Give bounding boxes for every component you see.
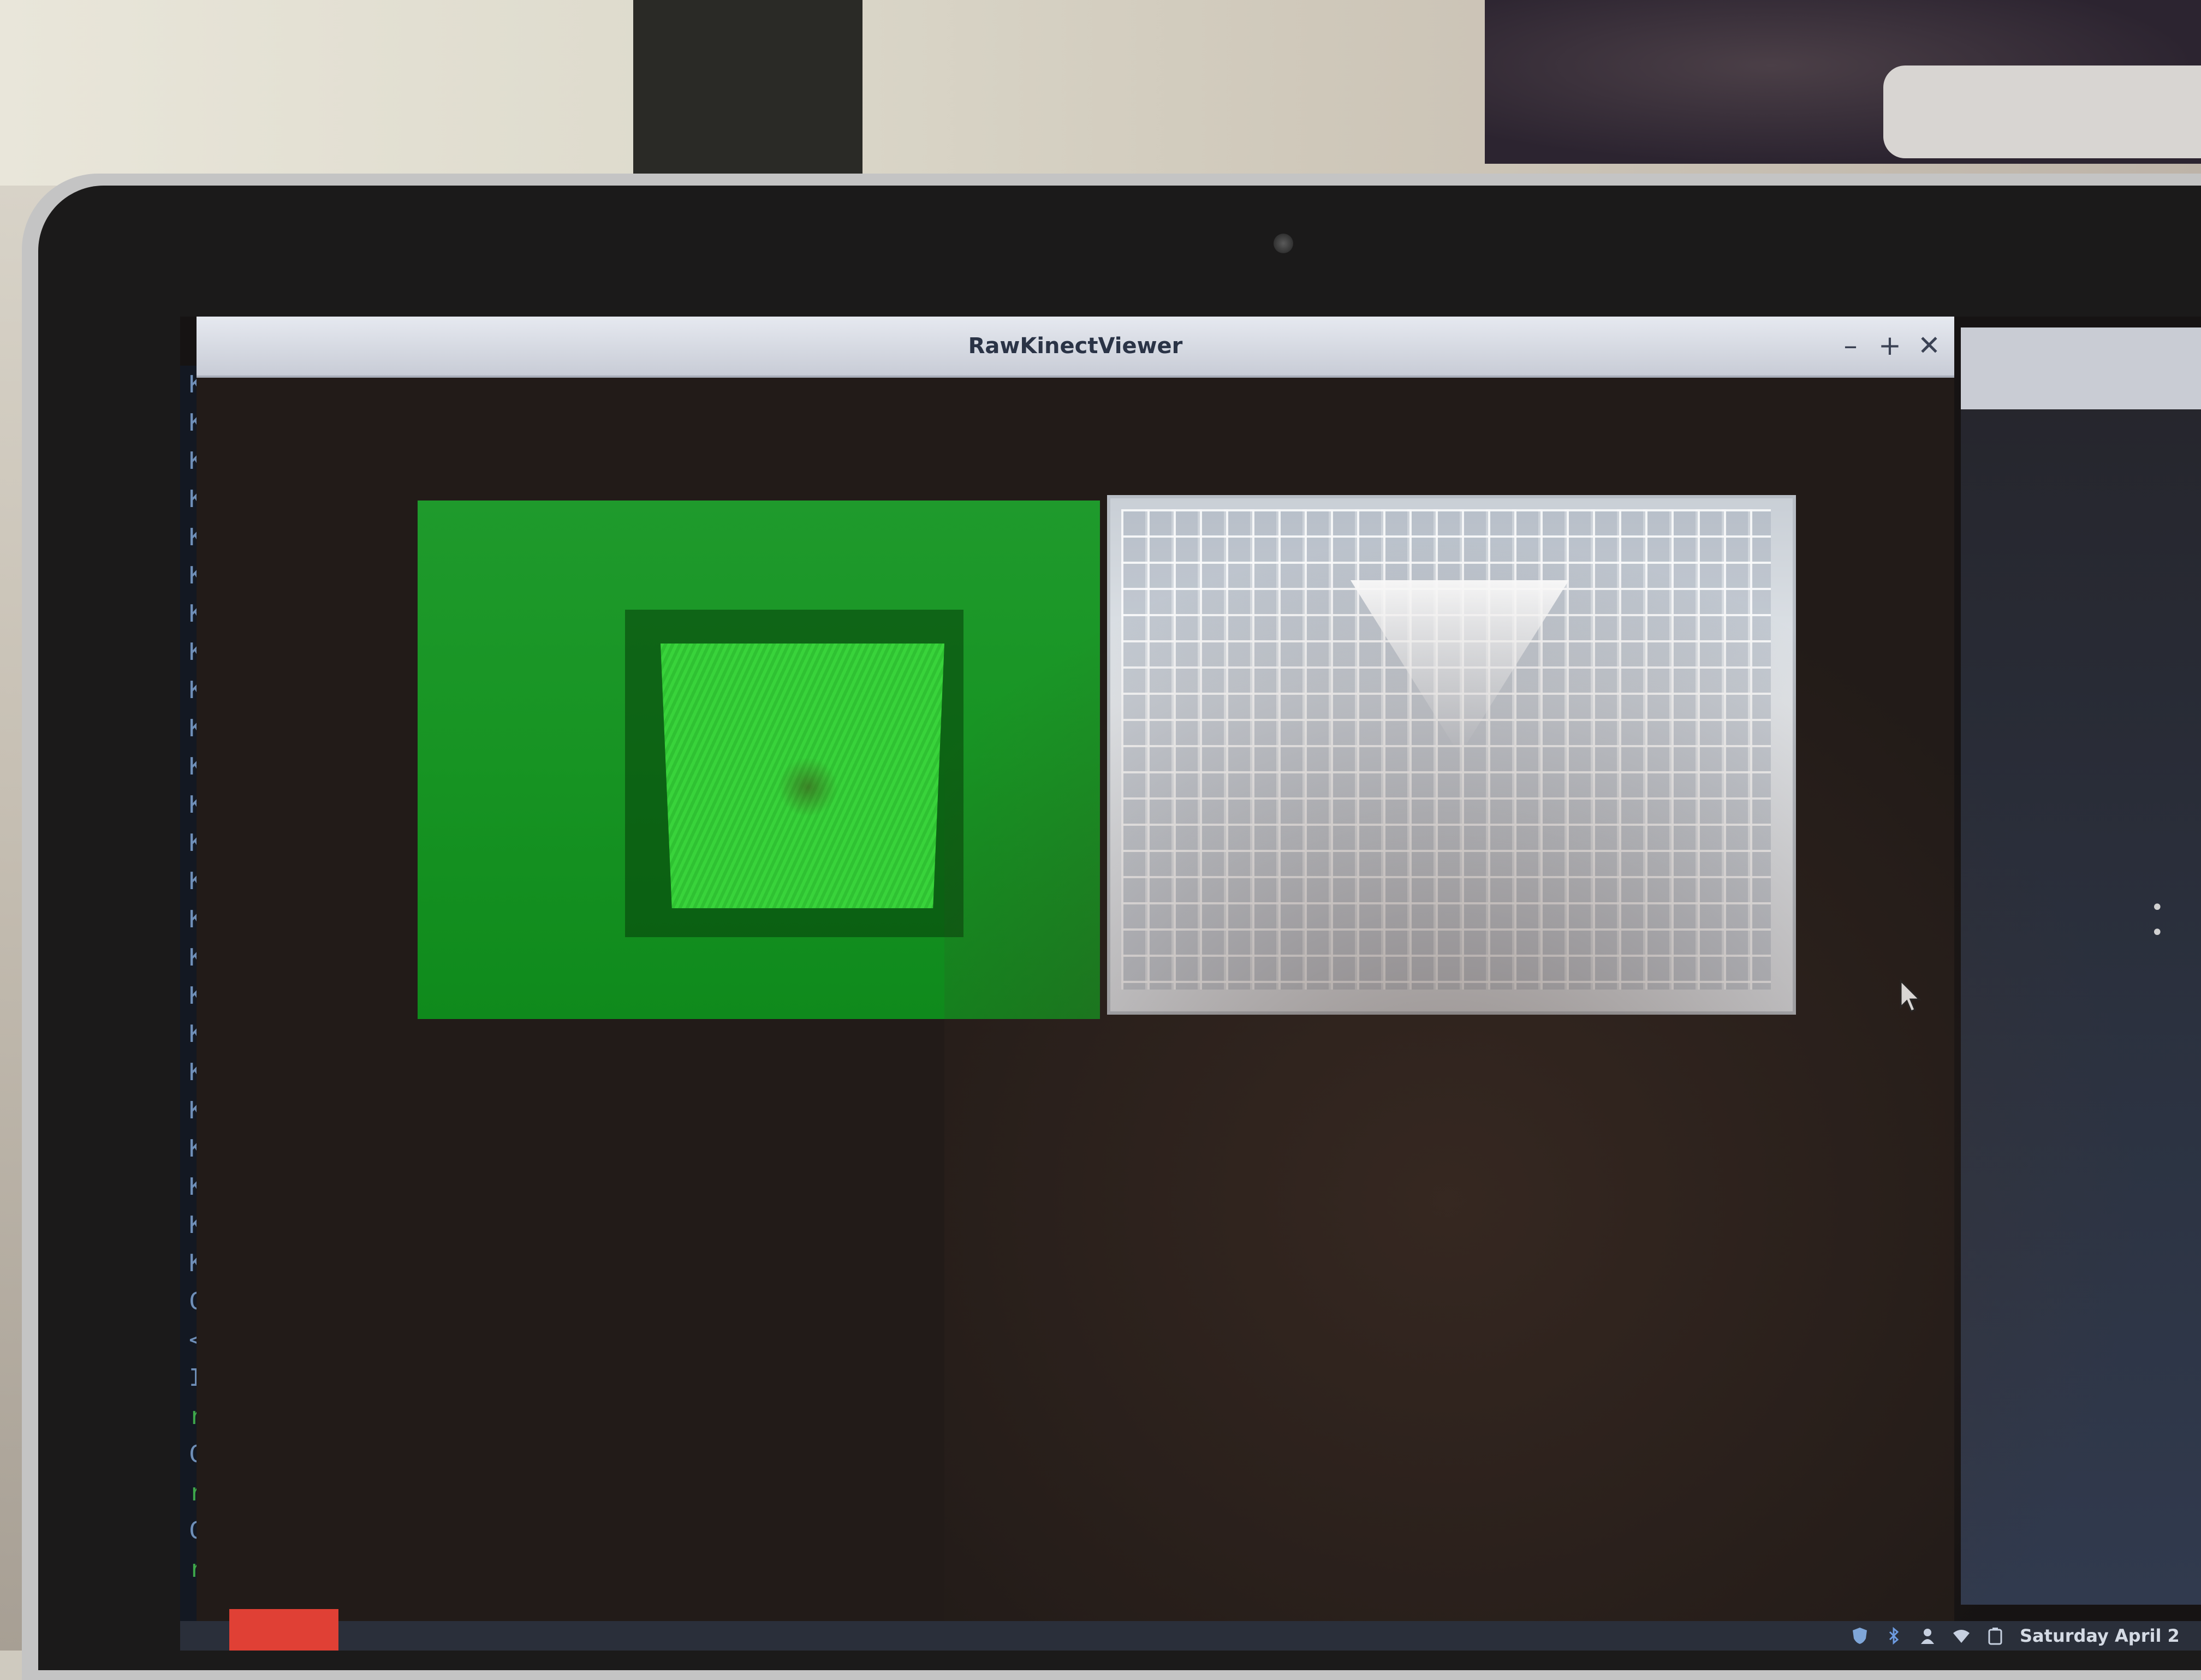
background-window-dots: • • <box>2151 895 2180 945</box>
system-tray: Saturday April 2 <box>1851 1622 2180 1649</box>
background-window-titlebar[interactable] <box>1961 327 2201 409</box>
maximize-button[interactable]: + <box>1873 326 1906 365</box>
wifi-icon[interactable] <box>1952 1627 1971 1645</box>
background-window[interactable] <box>1961 327 2201 1605</box>
background-window-body <box>1961 409 2201 1605</box>
depth-stream-view[interactable] <box>418 501 1100 1019</box>
depth-object-center <box>778 757 838 817</box>
shield-icon[interactable] <box>1851 1627 1869 1645</box>
clock-date[interactable]: Saturday April 2 <box>2020 1625 2180 1646</box>
taskbar-launcher[interactable] <box>229 1609 338 1651</box>
window-titlebar[interactable]: RawKinectViewer – + ✕ <box>197 317 1954 378</box>
rawkinectviewer-window: RawKinectViewer – + ✕ <box>197 317 1954 1651</box>
background-pillow <box>1883 65 2201 158</box>
background-cabinet <box>633 0 862 180</box>
battery-icon[interactable] <box>1986 1627 2004 1645</box>
window-title: RawKinectViewer <box>968 333 1183 359</box>
mouse-pointer-icon <box>1900 980 1922 1012</box>
close-button[interactable]: ✕ <box>1913 326 1946 365</box>
minimize-button[interactable]: – <box>1834 326 1867 365</box>
color-stream-view[interactable] <box>1107 495 1796 1015</box>
bluetooth-icon[interactable] <box>1884 1627 1903 1645</box>
viewer-canvas[interactable] <box>197 378 1954 1651</box>
webcam-icon <box>1274 234 1293 253</box>
user-icon[interactable] <box>1918 1627 1937 1645</box>
laptop-screen: • • KKKKKKKKKKKKKKKKKKKKKKKKC<IrCrCr Raw… <box>180 317 2201 1651</box>
